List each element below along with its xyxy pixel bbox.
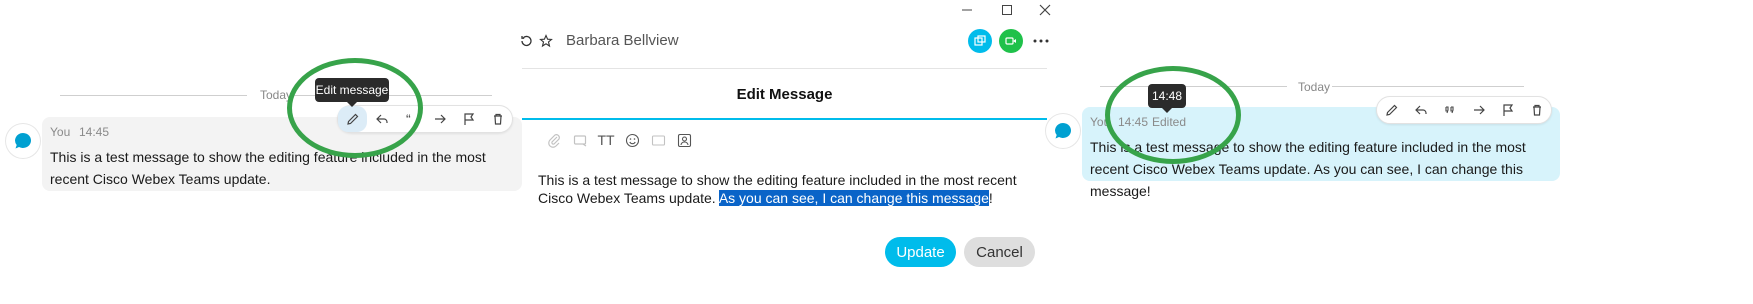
edit-button[interactable] <box>1377 97 1406 123</box>
close-icon <box>1039 4 1051 16</box>
day-label: Today <box>1298 80 1331 94</box>
quote-icon: “ <box>406 112 411 126</box>
screen-capture-button[interactable] <box>570 130 590 150</box>
pencil-icon <box>1385 104 1397 116</box>
edit-text-selected: As you can see, I can change this messag… <box>718 190 989 206</box>
reply-button[interactable] <box>367 106 396 132</box>
more-options-button[interactable] <box>1030 33 1052 49</box>
trash-icon <box>493 113 502 125</box>
pencil-icon <box>346 113 358 125</box>
screenshot-icon <box>573 134 586 146</box>
forward-icon <box>434 114 446 124</box>
reply-icon <box>375 114 388 124</box>
edit-text-tail: ! <box>988 190 993 206</box>
chat-bubble-icon <box>1055 123 1071 139</box>
delete-button[interactable] <box>1522 97 1551 123</box>
text-format-button[interactable]: TT <box>596 130 616 150</box>
day-divider-left <box>1100 86 1287 87</box>
forward-button[interactable] <box>1464 97 1493 123</box>
forward-button[interactable] <box>425 106 454 132</box>
reply-button[interactable] <box>1406 97 1435 123</box>
paperclip-icon <box>547 133 560 148</box>
message-actions-toolbar: “ <box>337 105 513 133</box>
quote-icon <box>1444 106 1454 114</box>
gif-button[interactable] <box>648 130 668 150</box>
chat-bubble-icon <box>15 133 31 149</box>
minimize-button[interactable] <box>958 2 976 18</box>
star-icon[interactable] <box>538 32 554 50</box>
attach-button[interactable] <box>544 130 564 150</box>
history-icon[interactable] <box>518 32 534 50</box>
contact-card-icon <box>677 133 691 147</box>
flag-button[interactable] <box>454 106 483 132</box>
edited-time-tooltip: 14:48 <box>1148 84 1186 113</box>
edit-button[interactable] <box>338 106 367 132</box>
message-time: 14:45 <box>79 125 110 139</box>
mention-button[interactable] <box>674 130 694 150</box>
forward-icon <box>1473 105 1485 115</box>
gif-icon <box>651 134 665 146</box>
flag-icon <box>1502 104 1513 116</box>
day-divider-left <box>60 95 247 96</box>
cancel-button[interactable]: Cancel <box>964 237 1035 267</box>
quote-button[interactable]: “ <box>396 106 425 132</box>
close-window-button[interactable] <box>1036 2 1054 18</box>
maximize-icon <box>1002 5 1012 15</box>
more-dots-icon <box>1033 39 1049 43</box>
update-button[interactable]: Update <box>885 237 956 267</box>
flag-button[interactable] <box>1493 97 1522 123</box>
day-label: Today <box>260 88 293 102</box>
smiley-icon <box>625 133 639 147</box>
edited-label[interactable]: Edited <box>1152 115 1186 129</box>
svg-text:“: “ <box>406 112 411 126</box>
text-format-icon: TT <box>597 132 615 148</box>
avatar[interactable] <box>6 124 40 158</box>
emoji-button[interactable] <box>622 130 642 150</box>
message-time: 14:45 <box>1118 115 1149 129</box>
day-divider-right <box>1332 86 1524 87</box>
compose-toolbar: TT <box>544 130 694 150</box>
dialog-title: Edit Message <box>736 86 833 103</box>
edit-message-tooltip: Edit message <box>315 78 389 107</box>
share-screen-icon <box>974 35 986 46</box>
video-camera-icon <box>1005 37 1016 45</box>
title-underline <box>522 118 1047 120</box>
edit-text-area[interactable]: This is a test message to show the editi… <box>538 171 1028 207</box>
share-screen-button[interactable] <box>968 29 992 53</box>
flag-icon <box>463 113 474 125</box>
reply-icon <box>1414 105 1427 115</box>
trash-icon <box>1532 104 1541 116</box>
video-call-button[interactable] <box>999 29 1023 53</box>
avatar[interactable] <box>1046 114 1080 148</box>
message-text: This is a test message to show the editi… <box>50 149 486 187</box>
sender-name: You <box>50 125 71 139</box>
contact-name: Barbara Bellview <box>566 32 679 49</box>
maximize-button[interactable] <box>998 2 1016 18</box>
message-actions-toolbar <box>1376 96 1552 124</box>
minimize-icon <box>962 9 972 11</box>
delete-button[interactable] <box>483 106 512 132</box>
header-separator <box>522 68 1047 69</box>
sender-name: You <box>1090 115 1111 129</box>
message-text: This is a test message to show the editi… <box>1090 139 1526 199</box>
quote-button[interactable] <box>1435 97 1464 123</box>
